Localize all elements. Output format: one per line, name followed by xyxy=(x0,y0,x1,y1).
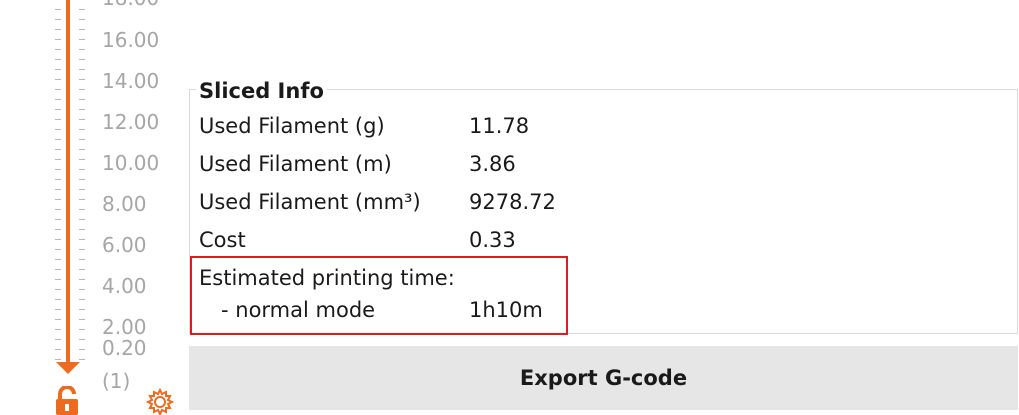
used-filament-g-label: Used Filament (g) xyxy=(199,114,385,138)
layer-height-label: 18.00 xyxy=(102,0,159,8)
used-filament-m-value: 3.86 xyxy=(469,152,516,176)
plater-sidebar-view: 18.00 16.00 14.00 12.00 10.00 8.00 6.00 … xyxy=(0,0,1019,415)
layer-height-label: 4.00 xyxy=(102,274,147,298)
slider-tick-marks xyxy=(55,0,85,362)
lock-open-icon[interactable] xyxy=(54,385,82,415)
gear-icon[interactable] xyxy=(145,387,175,415)
layer-height-label: 8.00 xyxy=(102,192,147,216)
used-filament-g-value: 11.78 xyxy=(469,114,530,138)
cost-value: 0.33 xyxy=(469,228,516,252)
layer-height-label: 14.00 xyxy=(102,69,160,93)
normal-mode-label: - normal mode xyxy=(221,298,376,322)
layer-height-label: 10.00 xyxy=(102,151,160,175)
layer-height-label: 2.00 xyxy=(102,315,147,339)
layer-slider-thumb[interactable] xyxy=(56,362,80,374)
used-filament-mm3-value: 9278.72 xyxy=(469,190,556,214)
cost-label: Cost xyxy=(199,228,246,252)
layer-height-label: 0.20 xyxy=(102,336,147,360)
normal-mode-time-value: 1h10m xyxy=(469,298,543,322)
layer-slider-track[interactable] xyxy=(66,0,70,362)
layer-height-label: 16.00 xyxy=(102,28,160,52)
used-filament-m-label: Used Filament (m) xyxy=(199,152,392,176)
layer-height-label: 12.00 xyxy=(102,110,160,134)
estimated-printing-time-label: Estimated printing time: xyxy=(199,266,455,290)
sliced-info-title: Sliced Info xyxy=(196,77,327,105)
export-gcode-button[interactable]: Export G-code xyxy=(189,346,1018,410)
used-filament-mm3-label: Used Filament (mm³) xyxy=(199,190,421,214)
layer-height-label: 6.00 xyxy=(102,233,147,257)
layer-number-label: (1) xyxy=(102,369,131,393)
